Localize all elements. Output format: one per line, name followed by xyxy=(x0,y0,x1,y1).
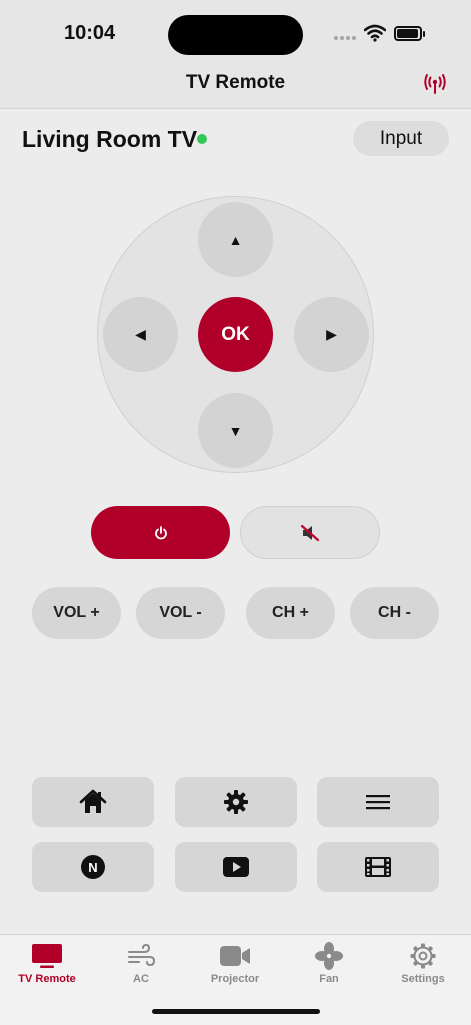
tab-fan[interactable]: Fan xyxy=(282,935,376,995)
home-icon xyxy=(79,789,107,813)
play-icon xyxy=(223,857,249,877)
channel-up-button[interactable]: CH + xyxy=(246,587,335,639)
dpad-right-button[interactable]: ▶ xyxy=(294,297,369,372)
online-status-dot xyxy=(197,134,207,144)
device-name: Living Room TV xyxy=(22,126,198,152)
battery-icon xyxy=(394,26,425,41)
video-camera-icon xyxy=(220,946,250,966)
gear-icon xyxy=(410,943,436,969)
power-button[interactable] xyxy=(91,506,230,559)
tab-label: AC xyxy=(133,973,149,985)
movies-button[interactable] xyxy=(317,842,439,892)
arrow-right-icon: ▶ xyxy=(326,326,337,342)
netflix-button[interactable]: N xyxy=(32,842,154,892)
arrow-up-icon: ▲ xyxy=(228,231,243,248)
tab-label: Projector xyxy=(210,973,260,985)
dpad-up-button[interactable]: ▲ xyxy=(198,202,273,277)
dpad: ▲ ◀ OK ▶ ▼ xyxy=(97,196,374,473)
play-button[interactable] xyxy=(175,842,297,892)
ok-button[interactable]: OK xyxy=(198,297,273,372)
input-button[interactable]: Input xyxy=(353,121,449,156)
tab-label: Settings xyxy=(401,973,445,985)
volume-down-button[interactable]: VOL - xyxy=(136,587,225,639)
tv-icon xyxy=(32,944,62,968)
netflix-icon: N xyxy=(81,855,105,879)
tab-label: Fan xyxy=(319,973,339,985)
wind-icon xyxy=(128,943,156,967)
page-title: TV Remote xyxy=(185,72,286,93)
wifi-icon xyxy=(364,24,386,42)
tab-settings[interactable]: Settings xyxy=(376,935,470,995)
menu-icon xyxy=(366,795,390,810)
arrow-left-icon: ◀ xyxy=(135,326,146,342)
tab-label: TV Remote xyxy=(18,973,76,985)
dpad-down-button[interactable]: ▼ xyxy=(198,393,273,468)
tab-tv-remote[interactable]: TV Remote xyxy=(0,935,94,995)
power-icon xyxy=(154,525,167,539)
dynamic-island xyxy=(168,15,303,55)
home-indicator xyxy=(152,1009,320,1014)
mute-button[interactable] xyxy=(240,506,380,559)
settings-button[interactable] xyxy=(175,777,297,827)
antenna-icon[interactable] xyxy=(421,70,449,98)
status-bar: 10:04 xyxy=(0,0,471,70)
nav-bar: TV Remote xyxy=(0,70,471,109)
tab-ac[interactable]: AC xyxy=(94,935,188,995)
tab-projector[interactable]: Projector xyxy=(188,935,282,995)
film-icon xyxy=(365,857,391,877)
channel-down-button[interactable]: CH - xyxy=(350,587,439,639)
mute-speaker-icon xyxy=(300,524,320,541)
gear-icon xyxy=(224,790,248,814)
fan-icon xyxy=(315,942,343,970)
volume-up-button[interactable]: VOL + xyxy=(32,587,121,639)
arrow-down-icon: ▼ xyxy=(228,422,243,439)
signal-dots-icon xyxy=(334,36,356,40)
menu-button[interactable] xyxy=(317,777,439,827)
status-time: 10:04 xyxy=(64,22,116,44)
home-button[interactable] xyxy=(32,777,154,827)
dpad-left-button[interactable]: ◀ xyxy=(103,297,178,372)
